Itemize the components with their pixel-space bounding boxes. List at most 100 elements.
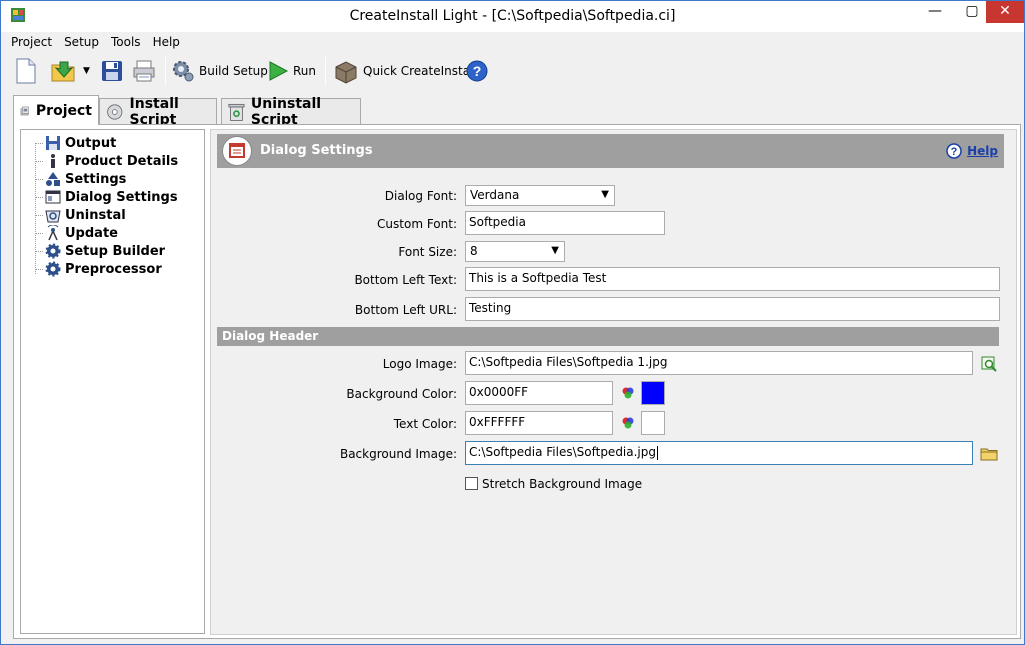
open-button[interactable]	[51, 56, 77, 86]
menu-bar: Project Setup Tools Help	[5, 33, 186, 51]
gear-icon	[45, 243, 61, 259]
tree-item-uninstal[interactable]: Uninstal	[35, 206, 126, 224]
project-tab-icon	[20, 106, 29, 115]
svg-text:?: ?	[951, 146, 958, 158]
tab-project[interactable]: Project	[13, 95, 99, 125]
background-color-swatch[interactable]	[641, 381, 665, 405]
quick-createinstall-button[interactable]: Quick CreateInstall	[333, 56, 477, 86]
info-icon	[51, 154, 55, 168]
font-size-select[interactable]: 8 ▼	[465, 241, 565, 262]
build-setup-label: Build Setup	[199, 64, 268, 78]
uninstall-icon	[45, 210, 61, 223]
tree-item-update[interactable]: Update	[35, 224, 118, 242]
app-window: CreateInstall Light - [C:\Softpedia\Soft…	[0, 0, 1025, 645]
dialog-settings-icon	[222, 136, 252, 166]
panel-title: Dialog Settings	[260, 143, 373, 158]
recycle-bin-icon	[228, 103, 245, 121]
menu-setup[interactable]: Setup	[58, 33, 105, 51]
minimize-button[interactable]: —	[912, 1, 958, 23]
save-disk-icon	[102, 61, 122, 81]
dialog-font-value: Verdana	[470, 188, 520, 202]
tree-item-output[interactable]: Output	[35, 134, 116, 152]
bottom-left-text-input[interactable]: This is a Softpedia Test	[465, 267, 1000, 291]
tree-item-label: Setup Builder	[65, 243, 166, 259]
stretch-background-checkbox[interactable]	[465, 477, 478, 490]
quick-createinstall-label: Quick CreateInstall	[363, 64, 477, 78]
save-button[interactable]	[101, 56, 123, 86]
bottom-left-url-label: Bottom Left URL:	[354, 303, 457, 317]
text-color-input[interactable]: 0xFFFFFF	[465, 411, 613, 435]
open-dropdown-icon[interactable]: ▼	[83, 56, 90, 86]
stretch-background-label: Stretch Background Image	[482, 477, 643, 491]
bottom-left-text-label: Bottom Left Text:	[354, 273, 457, 287]
help-link[interactable]: ? Help	[946, 143, 998, 159]
tree-item-product-details[interactable]: Product Details	[35, 152, 178, 170]
tab-install-script[interactable]: Install Script	[99, 96, 217, 128]
font-size-label: Font Size:	[398, 245, 457, 259]
background-color-label: Background Color:	[346, 387, 457, 401]
tab-uninstall-script[interactable]: Uninstall Script	[221, 96, 361, 128]
background-color-input[interactable]: 0x0000FF	[465, 381, 613, 405]
print-button[interactable]	[133, 56, 155, 86]
maximize-button[interactable]: ▢	[958, 1, 986, 23]
menu-project[interactable]: Project	[5, 33, 58, 51]
run-play-icon	[269, 61, 289, 81]
dialog-icon	[45, 190, 61, 204]
text-color-swatch[interactable]	[641, 411, 665, 435]
tree-item-preprocessor[interactable]: Preprocessor	[35, 260, 162, 278]
bottom-left-url-input[interactable]: Testing	[465, 297, 1000, 321]
chevron-down-icon: ▼	[551, 245, 559, 256]
new-button[interactable]	[15, 56, 37, 86]
color-picker-icon[interactable]	[621, 386, 635, 400]
preview-image-icon[interactable]	[981, 356, 997, 372]
help-link-label: Help	[967, 144, 998, 158]
floppy-icon	[46, 136, 60, 150]
dialog-font-select[interactable]: Verdana ▼	[465, 185, 615, 206]
project-tree: Output Product Details Settings Dialog S…	[20, 129, 205, 634]
dialog-font-label: Dialog Font:	[384, 189, 457, 203]
help-icon: ?	[946, 143, 962, 159]
tree-item-label: Update	[65, 225, 118, 241]
background-image-label: Background Image:	[339, 447, 457, 461]
tree-item-label: Preprocessor	[65, 261, 162, 277]
run-label: Run	[293, 64, 317, 78]
title-bar: CreateInstall Light - [C:\Softpedia\Soft…	[1, 1, 1024, 32]
tree-item-label: Uninstal	[65, 207, 126, 223]
tree-item-settings[interactable]: Settings	[35, 170, 126, 188]
tree-item-dialog-settings[interactable]: Dialog Settings	[35, 188, 178, 206]
background-image-input[interactable]: C:\Softpedia Files\Softpedia.jpg	[465, 441, 973, 465]
font-size-value: 8	[470, 244, 478, 258]
dialog-settings-panel: Dialog Settings ? Help Dialog Font: Verd…	[210, 129, 1017, 635]
open-folder-icon[interactable]	[980, 446, 998, 461]
svg-text:?: ?	[473, 63, 482, 79]
new-document-icon	[16, 58, 36, 84]
help-icon: ?	[466, 60, 488, 82]
tree-item-setup-builder[interactable]: Setup Builder	[35, 242, 165, 260]
background-image-value: C:\Softpedia Files\Softpedia.jpg	[469, 445, 657, 459]
custom-font-input[interactable]: Softpedia	[465, 211, 665, 235]
color-picker-icon[interactable]	[621, 416, 635, 430]
install-script-tab-icon	[107, 103, 123, 120]
quick-install-box-icon	[335, 61, 357, 84]
open-folder-icon	[51, 61, 75, 82]
tree-item-label: Settings	[65, 171, 127, 187]
logo-image-label: Logo Image:	[382, 357, 457, 371]
build-setup-button[interactable]: Build Setup	[171, 56, 268, 86]
menu-tools[interactable]: Tools	[105, 33, 147, 51]
close-button[interactable]: ✕	[986, 1, 1024, 23]
menu-help[interactable]: Help	[147, 33, 186, 51]
dialog-header-section: Dialog Header	[217, 327, 999, 346]
text-color-label: Text Color:	[393, 417, 457, 431]
antenna-icon	[47, 225, 59, 241]
shapes-icon	[46, 172, 60, 186]
build-gear-icon	[173, 61, 194, 82]
tree-item-label: Dialog Settings	[65, 189, 178, 205]
text-cursor	[657, 445, 659, 460]
run-button[interactable]: Run	[267, 56, 316, 86]
tab-project-label: Project	[35, 102, 92, 119]
print-icon	[133, 60, 155, 82]
project-pane: Output Product Details Settings Dialog S…	[13, 124, 1021, 639]
window-title: CreateInstall Light - [C:\Softpedia\Soft…	[349, 8, 676, 24]
logo-image-input[interactable]: C:\Softpedia Files\Softpedia 1.jpg	[465, 351, 973, 375]
help-button[interactable]: ?	[465, 56, 489, 86]
